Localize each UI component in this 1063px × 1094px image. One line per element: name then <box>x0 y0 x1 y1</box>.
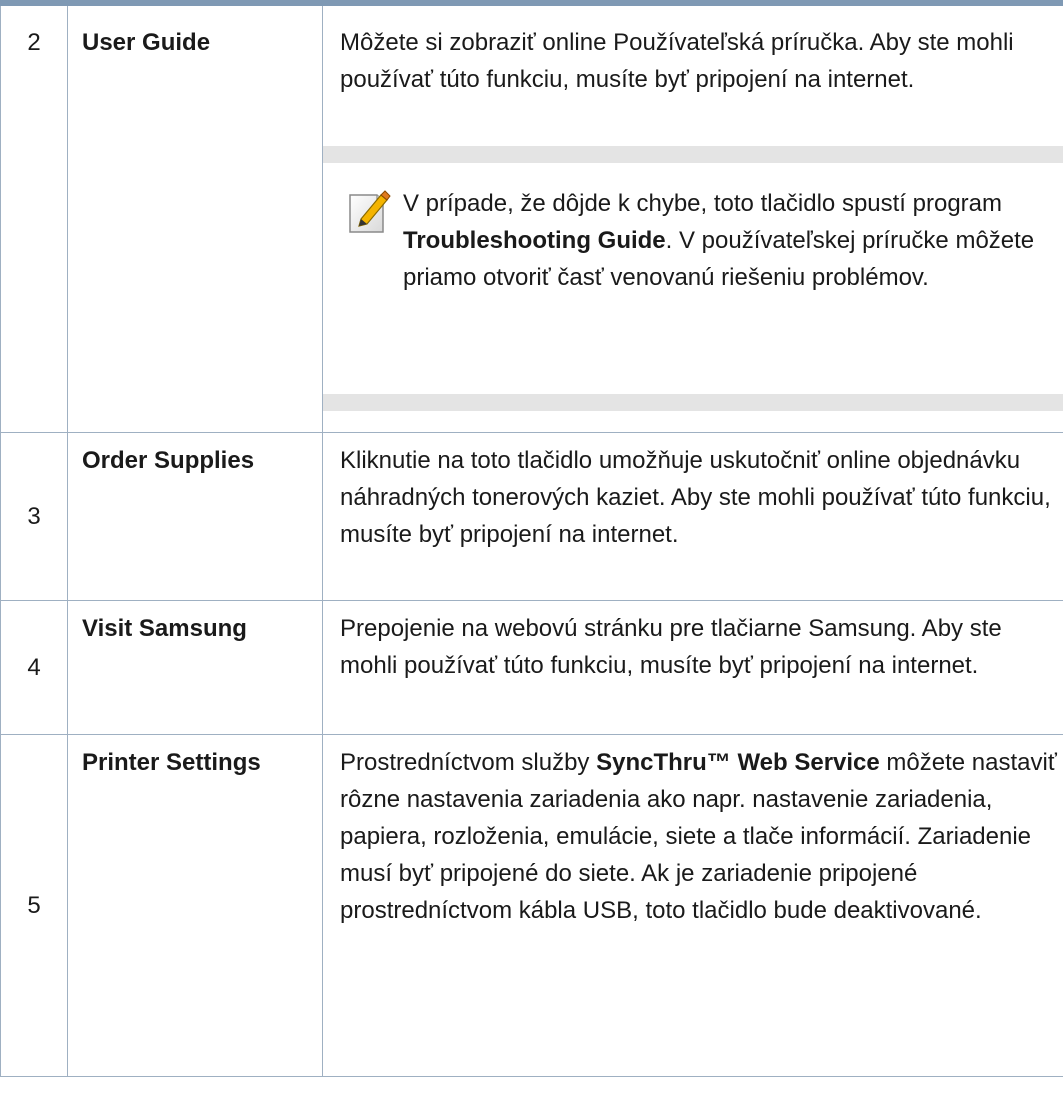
note-text: V prípade, že dôjde k chybe, toto tlačid… <box>403 185 1063 296</box>
feature-description-cell: Môžete si zobraziť online Používateľská … <box>322 6 1063 433</box>
table-row: 5 Printer Settings Prostredníctvom služb… <box>0 734 1063 1077</box>
feature-description: Prepojenie na webovú stránku pre tlačiar… <box>322 600 1063 735</box>
note-text-bold: Troubleshooting Guide <box>403 227 666 254</box>
table-row: 3 Order Supplies Kliknutie na toto tlači… <box>0 432 1063 601</box>
row-number: 3 <box>0 432 68 601</box>
feature-description: Prostredníctvom služby SyncThru™ Web Ser… <box>322 734 1063 1077</box>
row-number: 2 <box>0 6 68 433</box>
note-pencil-icon <box>349 190 391 233</box>
row-number: 4 <box>0 600 68 735</box>
note-text-before: V prípade, že dôjde k chybe, toto tlačid… <box>403 190 1003 217</box>
row-number: 5 <box>0 734 68 1077</box>
feature-description: Môžete si zobraziť online Používateľská … <box>340 29 1014 93</box>
feature-name: Printer Settings <box>67 734 323 1077</box>
feature-table: 2 User Guide Môžete si zobraziť online P… <box>0 6 1063 1077</box>
note-box: V prípade, že dôjde k chybe, toto tlačid… <box>323 146 1063 411</box>
table-row: 4 Visit Samsung Prepojenie na webovú str… <box>0 600 1063 735</box>
feature-name: Visit Samsung <box>67 600 323 735</box>
feature-description: Kliknutie na toto tlačidlo umožňuje usku… <box>322 432 1063 601</box>
description-before: Prostredníctvom služby <box>340 748 597 776</box>
feature-name: Order Supplies <box>67 432 323 601</box>
description-bold: SyncThru™ Web Service <box>596 748 880 776</box>
feature-name: User Guide <box>67 6 323 433</box>
table-row: 2 User Guide Môžete si zobraziť online P… <box>0 6 1063 433</box>
